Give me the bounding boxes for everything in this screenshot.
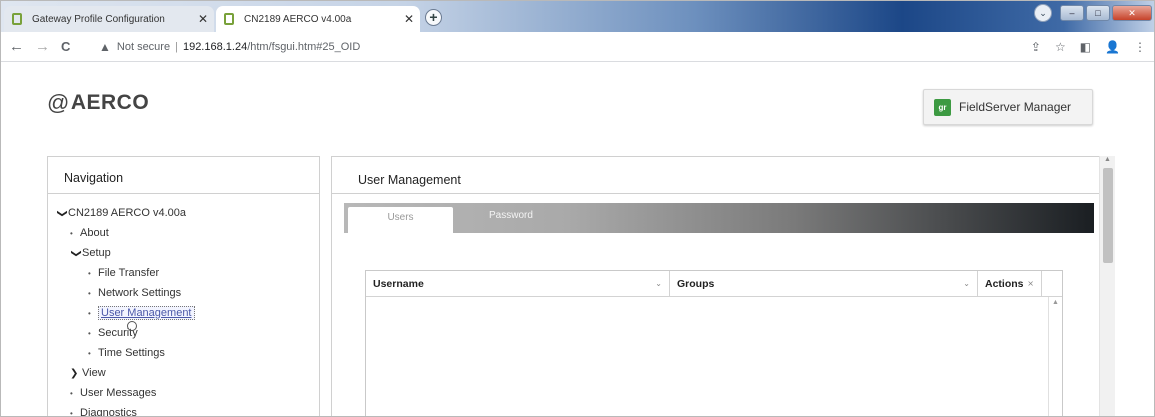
chevron-down-icon[interactable]: ❯ bbox=[71, 247, 82, 259]
column-header-username[interactable]: Username ⌄ bbox=[366, 271, 670, 296]
logo-mark-icon: @ bbox=[47, 90, 70, 115]
url-path: /htm/fsgui.htm#25_OID bbox=[247, 41, 361, 53]
fieldserver-manager-button[interactable]: gr FieldServer Manager bbox=[923, 89, 1093, 125]
column-label: Groups bbox=[677, 277, 715, 290]
nav-item-device[interactable]: ❯ CN2189 AERCO v4.00a bbox=[48, 203, 319, 223]
nav-item-view[interactable]: ❯ View bbox=[48, 363, 319, 383]
column-header-actions[interactable]: Actions ⨯ bbox=[978, 271, 1042, 296]
nav-item-label: File Transfer bbox=[98, 267, 160, 279]
maximize-button[interactable]: □ bbox=[1086, 5, 1110, 21]
nav-item-about[interactable]: • About bbox=[48, 223, 319, 243]
nav-item-user-messages[interactable]: • User Messages bbox=[48, 383, 319, 403]
bullet-icon: • bbox=[88, 348, 91, 358]
share-icon[interactable]: ⇪ bbox=[1031, 40, 1041, 54]
logo-text: AERCO bbox=[70, 91, 150, 114]
bullet-icon: • bbox=[70, 388, 73, 398]
navigation-panel: Navigation ❯ CN2189 AERCO v4.00a • About… bbox=[47, 156, 320, 417]
page-title: User Management bbox=[332, 157, 1100, 194]
nav-item-label: View bbox=[82, 367, 106, 379]
column-menu-icon[interactable]: ⨯ bbox=[1027, 279, 1034, 288]
nav-item-label: Network Settings bbox=[98, 287, 182, 299]
close-icon[interactable]: ✕ bbox=[398, 12, 420, 26]
nav-item-setup[interactable]: ❯ Setup bbox=[48, 243, 319, 263]
fieldserver-manager-label: FieldServer Manager bbox=[959, 100, 1072, 114]
browser-titlebar: Gateway Profile Configuration ✕ CN2189 A… bbox=[1, 1, 1154, 32]
bullet-icon: • bbox=[88, 328, 91, 338]
bullet-icon: • bbox=[88, 288, 91, 298]
bullet-icon: • bbox=[88, 308, 91, 318]
close-icon[interactable]: ✕ bbox=[192, 12, 214, 26]
nav-item-label: About bbox=[80, 227, 109, 239]
url-separator: | bbox=[175, 41, 178, 53]
reload-icon[interactable]: C bbox=[61, 39, 70, 54]
minimize-button[interactable]: – bbox=[1060, 5, 1084, 21]
security-label: Not secure bbox=[116, 41, 171, 53]
url-host: 192.168.1.24 bbox=[182, 41, 248, 53]
profile-icon[interactable]: 👤 bbox=[1105, 40, 1120, 54]
navigation-tree: ❯ CN2189 AERCO v4.00a • About ❯ Setup • … bbox=[48, 194, 319, 417]
mouse-cursor-icon bbox=[127, 321, 137, 331]
scrollbar-thumb[interactable] bbox=[1103, 168, 1113, 263]
tab-favicon-icon bbox=[12, 13, 22, 25]
nav-item-label[interactable]: User Management bbox=[98, 306, 195, 320]
fieldserver-logo-icon: gr bbox=[934, 98, 951, 116]
users-table: Username ⌄ Groups ⌄ Actions ⨯ ▲ bbox=[365, 270, 1063, 416]
bullet-icon: • bbox=[70, 408, 73, 417]
sidebar-icon[interactable]: ◧ bbox=[1080, 40, 1091, 54]
page-scrollbar[interactable]: ▲ bbox=[1099, 156, 1115, 416]
new-tab-button[interactable]: + bbox=[425, 9, 442, 26]
chevron-right-icon[interactable]: ❯ bbox=[70, 368, 82, 379]
scroll-up-icon[interactable]: ▲ bbox=[1100, 156, 1115, 168]
bullet-icon: • bbox=[70, 228, 73, 238]
tab-favicon-icon bbox=[224, 13, 234, 25]
window-close-button[interactable]: ✕ bbox=[1112, 5, 1152, 21]
window-controls: ⌄ – □ ✕ bbox=[1034, 4, 1152, 22]
menu-dots-icon[interactable]: ⋮ bbox=[1134, 40, 1146, 54]
nav-item-time-settings[interactable]: • Time Settings bbox=[48, 343, 319, 363]
nav-item-file-transfer[interactable]: • File Transfer bbox=[48, 263, 319, 283]
nav-item-label: Diagnostics bbox=[80, 407, 137, 417]
table-scrollbar[interactable]: ▲ bbox=[1048, 297, 1062, 416]
nav-item-network-settings[interactable]: • Network Settings bbox=[48, 283, 319, 303]
url-field[interactable]: ▲ Not secure | 192.168.1.24 /htm/fsgui.h… bbox=[99, 36, 999, 58]
forward-arrow-icon[interactable]: → bbox=[35, 38, 50, 55]
nav-item-security[interactable]: • Security bbox=[48, 323, 319, 343]
browser-toolbar-icons: ⇪ ☆ ◧ 👤 ⋮ bbox=[1031, 40, 1146, 54]
star-icon[interactable]: ☆ bbox=[1055, 40, 1066, 54]
chevron-down-icon[interactable]: ⌄ bbox=[963, 279, 970, 288]
chevron-down-icon[interactable]: ❯ bbox=[57, 207, 68, 219]
nav-item-label: Time Settings bbox=[98, 347, 165, 359]
nav-item-diagnostics[interactable]: • Diagnostics bbox=[48, 403, 319, 417]
browser-tab-aerco[interactable]: CN2189 AERCO v4.00a ✕ bbox=[216, 6, 420, 32]
column-label: Actions bbox=[985, 277, 1024, 290]
back-arrow-icon[interactable]: ← bbox=[9, 38, 24, 55]
tab-password[interactable]: Password bbox=[489, 210, 533, 221]
screenshot-root: Gateway Profile Configuration ✕ CN2189 A… bbox=[0, 0, 1155, 417]
tab-title: Gateway Profile Configuration bbox=[32, 13, 165, 25]
aerco-logo: @ AERCO bbox=[47, 90, 149, 116]
address-bar: ← → C ▲ Not secure | 192.168.1.24 /htm/f… bbox=[1, 32, 1154, 62]
chevron-down-icon[interactable]: ⌄ bbox=[655, 279, 662, 288]
column-header-groups[interactable]: Groups ⌄ bbox=[670, 271, 978, 296]
nav-item-label: Setup bbox=[82, 247, 111, 259]
tab-users[interactable]: Users bbox=[348, 207, 453, 233]
tab-title: CN2189 AERCO v4.00a bbox=[244, 13, 352, 25]
table-header: Username ⌄ Groups ⌄ Actions ⨯ bbox=[366, 271, 1062, 297]
nav-item-user-management[interactable]: • User Management bbox=[48, 303, 319, 323]
browser-tab-gateway[interactable]: Gateway Profile Configuration ✕ bbox=[4, 6, 214, 32]
column-label: Username bbox=[373, 277, 424, 290]
navigation-title: Navigation bbox=[48, 157, 319, 194]
nav-item-label: CN2189 AERCO v4.00a bbox=[68, 207, 187, 219]
warning-icon[interactable]: ▲ bbox=[99, 40, 111, 54]
bullet-icon: • bbox=[88, 268, 91, 278]
nav-item-label: User Messages bbox=[80, 387, 157, 399]
tab-bar: Users Password bbox=[344, 203, 1094, 233]
user-management-panel: User Management Users Password Username … bbox=[331, 156, 1101, 416]
window-menu-icon[interactable]: ⌄ bbox=[1034, 4, 1052, 22]
